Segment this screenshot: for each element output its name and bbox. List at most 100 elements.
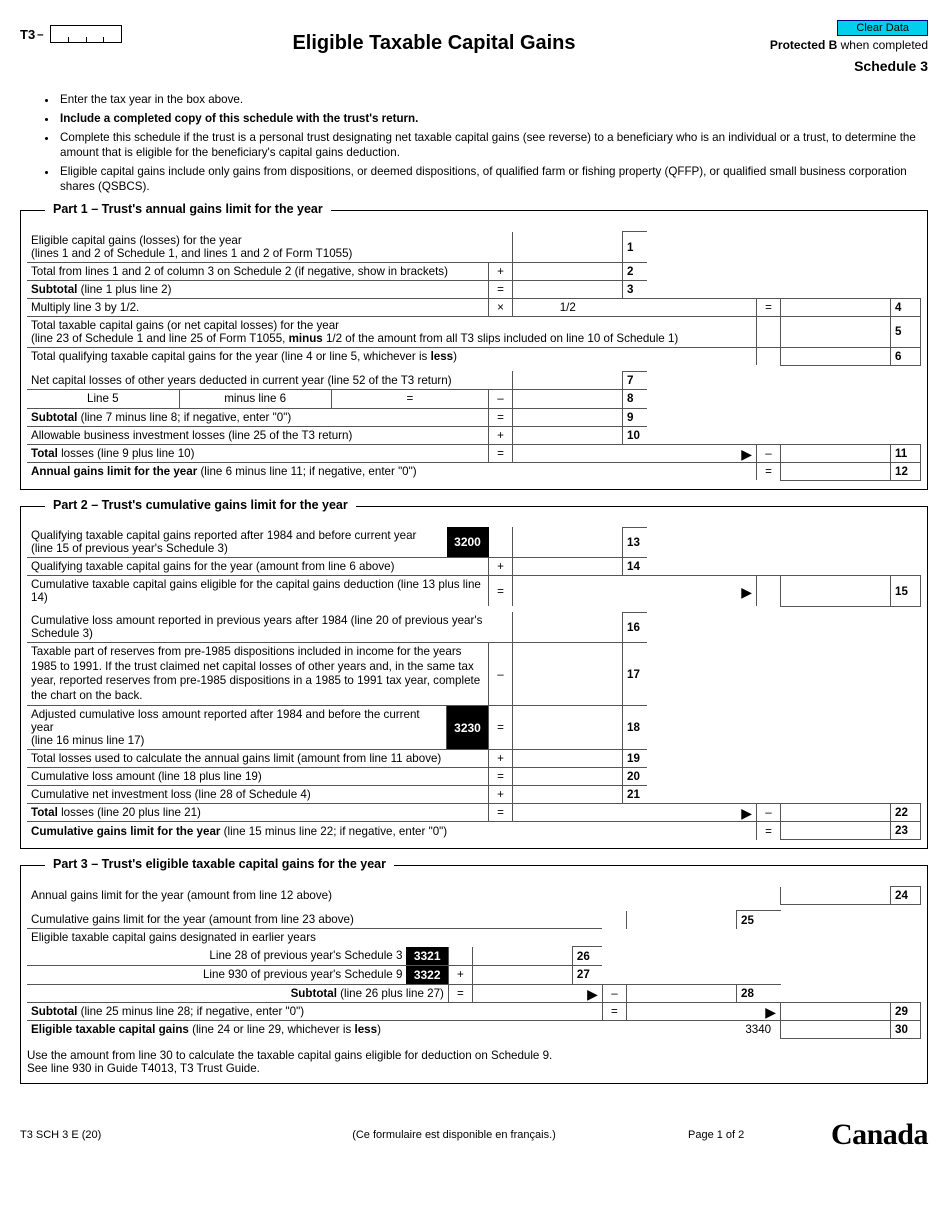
part-1-grid: Eligible capital gains (losses) for the … xyxy=(27,231,921,481)
clear-data-button[interactable]: Clear Data xyxy=(837,20,928,36)
line-1-num: 1 xyxy=(623,232,647,263)
line-4-half: 1/2 xyxy=(513,298,623,316)
line-2-desc: Total from lines 1 and 2 of column 3 on … xyxy=(27,262,489,280)
line-30-desc: Eligible taxable capital gains (line 24 … xyxy=(27,1020,737,1038)
page-number: Page 1 of 2 xyxy=(688,1129,798,1141)
line-8-num: 8 xyxy=(623,389,647,408)
line-29-amount-b[interactable] xyxy=(781,1002,891,1020)
line-18-desc: Adjusted cumulative loss amount reported… xyxy=(27,706,447,750)
form-code-prefix: T3 xyxy=(20,27,35,42)
arrow-icon: ▶ xyxy=(765,1004,776,1020)
line-11-desc: Total losses (line 9 plus line 10) xyxy=(27,444,489,462)
line-8-amount[interactable] xyxy=(513,389,623,408)
line-11-num: 11 xyxy=(891,444,921,462)
line-29-amount-a[interactable] xyxy=(626,1002,736,1020)
line-22-amount-b[interactable] xyxy=(781,804,891,822)
line-12-num: 12 xyxy=(891,462,921,480)
line-27-desc: Line 930 of previous year's Schedule 9 xyxy=(27,965,406,984)
part-3-note-1: Use the amount from line 30 to calculate… xyxy=(27,1049,921,1062)
line-26-desc: Line 28 of previous year's Schedule 3 xyxy=(27,947,406,966)
line-2-amount[interactable] xyxy=(513,262,623,280)
line-15-amount-a[interactable] xyxy=(513,576,623,607)
line-17-desc: Taxable part of reserves from pre-1985 d… xyxy=(27,643,489,706)
line-4-num: 4 xyxy=(891,298,921,316)
line-5-num: 5 xyxy=(891,316,921,347)
line-14-amount[interactable] xyxy=(513,558,623,576)
line-3-num: 3 xyxy=(623,280,647,298)
arrow-icon: ▶ xyxy=(741,446,752,462)
line-6-amount[interactable] xyxy=(781,347,891,365)
line-18-num: 18 xyxy=(623,706,647,750)
code-3230: 3230 xyxy=(447,706,489,750)
line-25-desc: Cumulative gains limit for the year (amo… xyxy=(27,911,602,929)
line-10-num: 10 xyxy=(623,426,647,444)
header-right: Clear Data Protected B when completed Sc… xyxy=(728,20,928,74)
line-8-desc: Line 5 minus line 6 = xyxy=(27,389,489,408)
line-11-amount-b[interactable] xyxy=(781,444,891,462)
line-30-num: 30 xyxy=(891,1020,921,1038)
line-7-amount[interactable] xyxy=(513,371,623,389)
line-16-amount[interactable] xyxy=(513,612,623,643)
line-9-amount[interactable] xyxy=(513,408,623,426)
line-30-amount[interactable] xyxy=(781,1020,891,1038)
line-22-desc: Total losses (line 20 plus line 21) xyxy=(27,804,489,822)
line-19-amount[interactable] xyxy=(513,750,623,768)
line-3-amount[interactable] xyxy=(513,280,623,298)
part-3-section: Part 3 – Trust's eligible taxable capita… xyxy=(20,865,928,1084)
line-26-num: 26 xyxy=(572,947,602,966)
line-23-desc: Cumulative gains limit for the year (lin… xyxy=(27,822,757,840)
line-19-desc: Total losses used to calculate the annua… xyxy=(27,750,489,768)
line-17-amount[interactable] xyxy=(513,643,623,706)
line-10-amount[interactable] xyxy=(513,426,623,444)
line-5-amount[interactable] xyxy=(781,316,891,347)
form-revision: T3 SCH 3 E (20) xyxy=(20,1129,220,1141)
line-17-num: 17 xyxy=(623,643,647,706)
line-18-amount[interactable] xyxy=(513,706,623,750)
instruction-1: Enter the tax year in the box above. xyxy=(58,92,928,107)
line-14-num: 14 xyxy=(623,558,647,576)
line-24-desc: Annual gains limit for the year (amount … xyxy=(27,887,737,905)
line-27-amount[interactable] xyxy=(472,965,572,984)
line-4-desc: Multiply line 3 by 1/2. xyxy=(27,298,489,316)
line-15-amount-b[interactable] xyxy=(781,576,891,607)
line-20-desc: Cumulative loss amount (line 18 plus lin… xyxy=(27,768,489,786)
title-block: Eligible Taxable Capital Gains xyxy=(140,20,728,55)
form-code-block: T3 – xyxy=(20,25,140,43)
line-20-amount[interactable] xyxy=(513,768,623,786)
line-21-num: 21 xyxy=(623,786,647,804)
line-24-amount[interactable] xyxy=(781,887,891,905)
arrow-icon: ▶ xyxy=(741,805,752,821)
line-26-amount[interactable] xyxy=(472,947,572,966)
tax-year-input[interactable] xyxy=(50,25,122,43)
line-28-amount-a[interactable] xyxy=(472,984,572,1002)
line-13-amount[interactable] xyxy=(513,527,623,558)
main-title: Eligible Taxable Capital Gains xyxy=(140,32,728,55)
instruction-3: Complete this schedule if the trust is a… xyxy=(58,130,928,160)
line-16-num: 16 xyxy=(623,612,647,643)
line-11-amount-a[interactable] xyxy=(513,444,623,462)
instructions: Enter the tax year in the box above. Inc… xyxy=(48,92,928,194)
dash: – xyxy=(37,28,43,41)
line-25-num: 25 xyxy=(737,911,781,929)
line-6-desc: Total qualifying taxable capital gains f… xyxy=(27,347,757,365)
instruction-2: Include a completed copy of this schedul… xyxy=(58,111,928,126)
line-22-amount-a[interactable] xyxy=(513,804,623,822)
earlier-years-intro: Eligible taxable capital gains designate… xyxy=(27,929,602,947)
line-12-desc: Annual gains limit for the year (line 6 … xyxy=(27,462,757,480)
line-12-amount[interactable] xyxy=(781,462,891,480)
line-6-num: 6 xyxy=(891,347,921,365)
line-9-num: 9 xyxy=(623,408,647,426)
line-14-desc: Qualifying taxable capital gains for the… xyxy=(27,558,489,576)
line-1-amount[interactable] xyxy=(513,232,623,263)
line-25-amount[interactable] xyxy=(626,911,736,929)
line-7-num: 7 xyxy=(623,371,647,389)
line-28-amount-b[interactable] xyxy=(626,984,736,1002)
part-3-title: Part 3 – Trust's eligible taxable capita… xyxy=(45,857,394,871)
line-16-desc: Cumulative loss amount reported in previ… xyxy=(27,612,489,643)
line-15-num: 15 xyxy=(891,576,921,607)
line-4-amount[interactable] xyxy=(781,298,891,316)
line-29-desc: Subtotal (line 25 minus line 28; if nega… xyxy=(27,1002,602,1020)
line-23-amount[interactable] xyxy=(781,822,891,840)
line-21-amount[interactable] xyxy=(513,786,623,804)
line-10-desc: Allowable business investment losses (li… xyxy=(27,426,489,444)
